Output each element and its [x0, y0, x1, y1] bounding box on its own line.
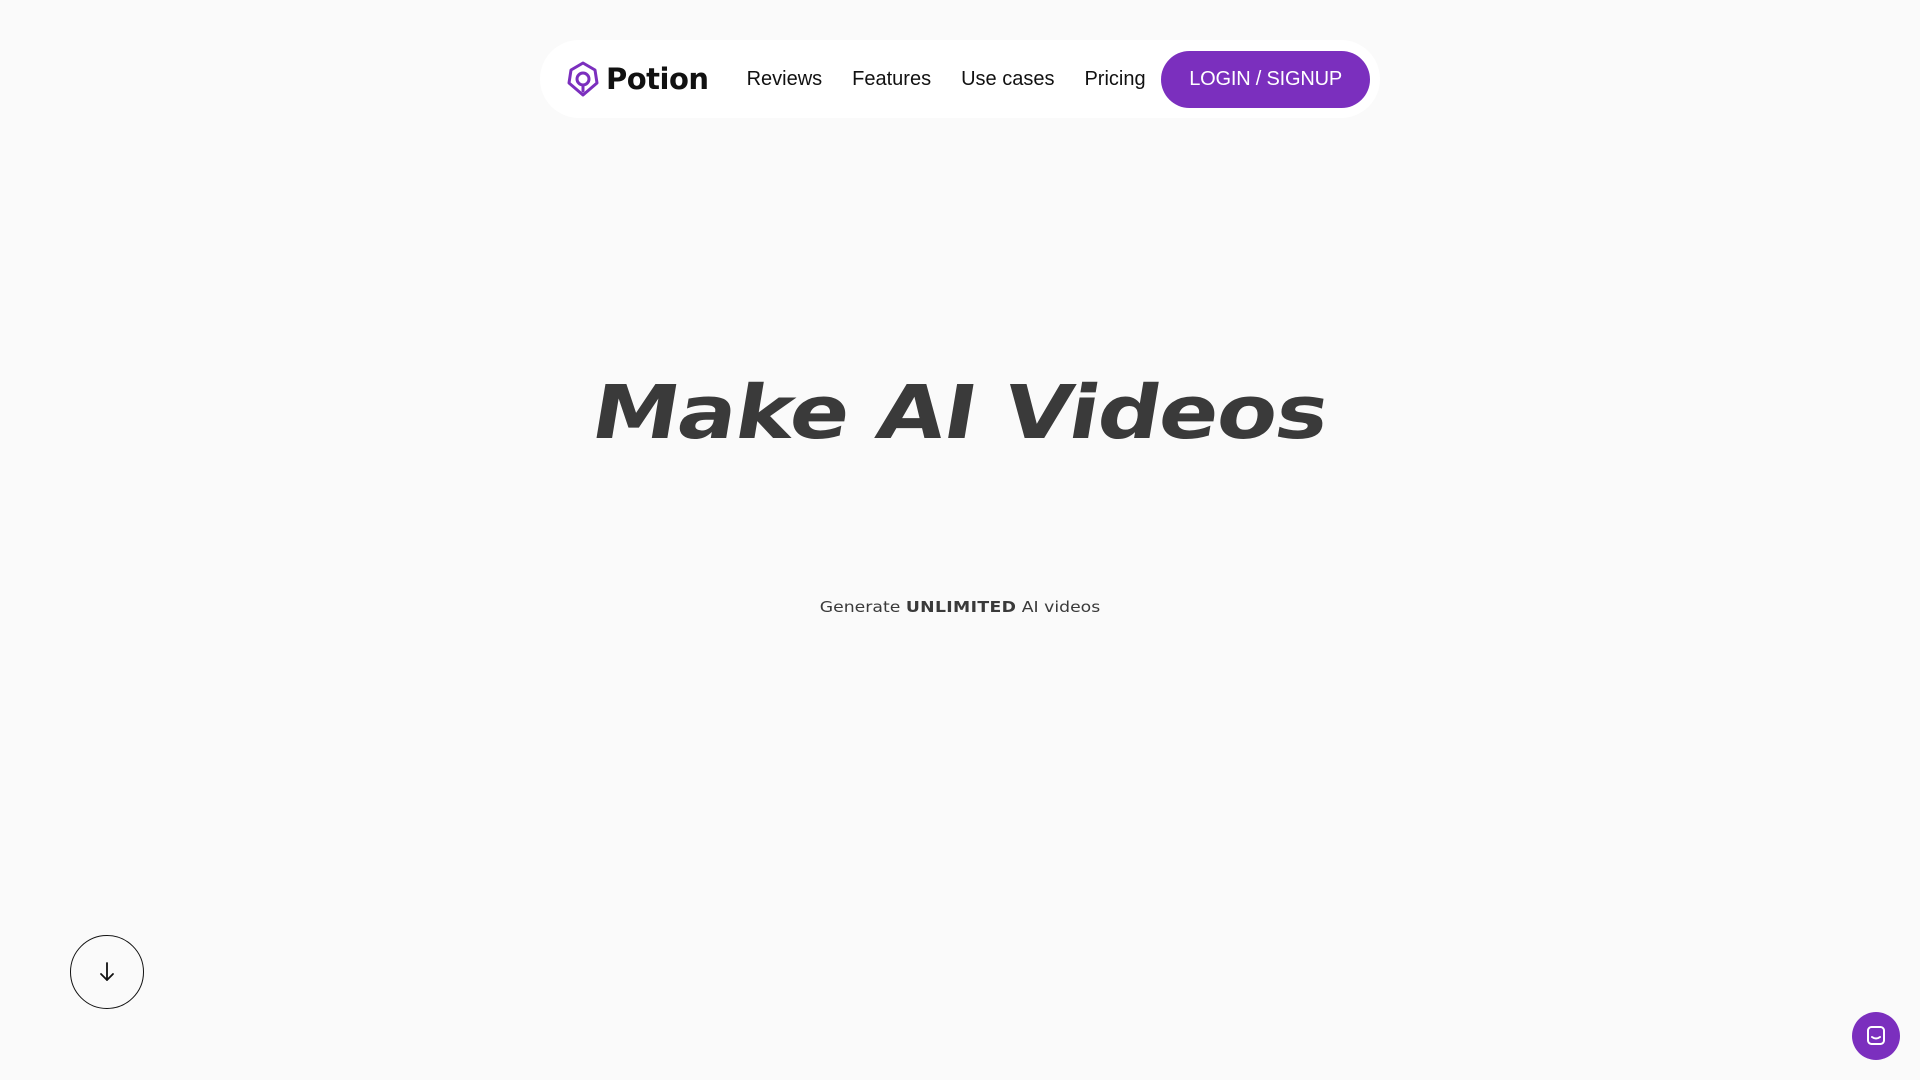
- brand-name: Potion: [606, 62, 709, 96]
- nav-link-features[interactable]: Features: [852, 68, 931, 91]
- hero-title: Make AI Videos: [585, 370, 1335, 456]
- nav-link-use-cases[interactable]: Use cases: [961, 68, 1054, 91]
- hero-subtitle-suffix: AI videos: [1021, 598, 1101, 616]
- landing-page: Potion Reviews Features Use cases Pricin…: [0, 0, 1920, 1080]
- hero-subtitle: Generate UNLIMITED AI videos: [0, 598, 1920, 616]
- nav-link-pricing[interactable]: Pricing: [1084, 68, 1145, 91]
- hero-subtitle-emphasis: UNLIMITED: [905, 598, 1017, 616]
- scroll-down-button[interactable]: [70, 935, 144, 1009]
- top-nav: Potion Reviews Features Use cases Pricin…: [540, 40, 1380, 118]
- nav-link-reviews[interactable]: Reviews: [747, 68, 823, 91]
- login-signup-button[interactable]: LOGIN / SIGNUP: [1161, 50, 1370, 108]
- nav-links: Reviews Features Use cases Pricing: [747, 68, 1146, 91]
- hero-subtitle-prefix: Generate: [819, 598, 901, 616]
- brand-home-link[interactable]: Potion: [566, 61, 709, 97]
- chat-launcher-button[interactable]: [1852, 1012, 1900, 1060]
- chat-icon: [1867, 1026, 1885, 1045]
- arrow-down-icon: [100, 962, 114, 981]
- potion-logo-icon: [567, 61, 599, 97]
